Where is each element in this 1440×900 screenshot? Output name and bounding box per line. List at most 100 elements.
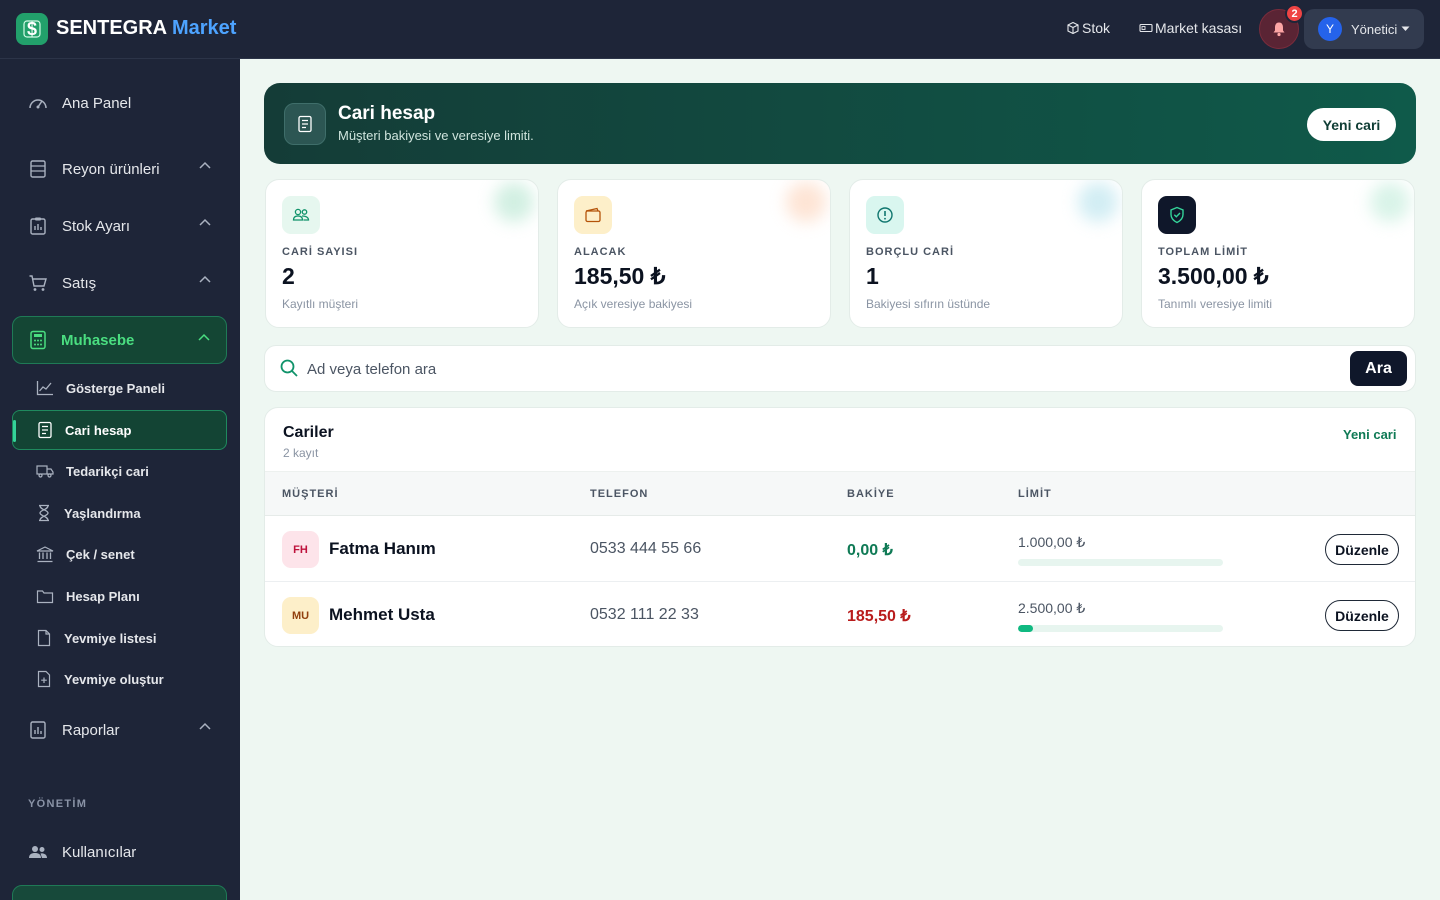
sidebar-subitem-label: Çek / senet [66,546,135,562]
document-add-icon [37,670,51,688]
column-header-limit: LİMİT [1018,488,1052,500]
customer-phone: 0533 444 55 66 [590,540,702,557]
customer-name: Mehmet Usta [329,605,435,624]
sidebar-subitem-label: Yaşlandırma [64,505,141,521]
chevron-up-icon [199,218,211,226]
stat-value: 185,50 ₺ [574,263,666,289]
sidebar: Ana Panel Reyon ürünleri Stok Ayarı Satı… [0,59,240,900]
stock-link[interactable]: Stok [1066,20,1110,36]
customer-name: Fatma Hanım [329,539,436,558]
page-subtitle: Müşteri bakiyesi ve veresiye limiti. [338,128,534,143]
sidebar-item-label: Muhasebe [61,331,135,349]
new-account-link[interactable]: Yeni cari [1343,427,1396,442]
sidebar-item-raporlar[interactable]: Raporlar [12,706,227,754]
sidebar-item-satis[interactable]: Satış [12,259,227,307]
sidebar-subitem-tedarikci-cari[interactable]: Tedarikçi cari [12,451,227,491]
search-button[interactable]: Ara [1350,351,1407,386]
limit-usage-bar [1018,559,1223,566]
top-bar: $ SENTEGRA Market Stok Market kasası 2 Y… [0,0,1440,59]
bank-icon [36,545,54,562]
page-title: Cari hesap [338,103,436,124]
sidebar-subitem-yaslandirma[interactable]: Yaşlandırma [12,493,227,533]
stat-card-debtor-accounts: BORÇLU CARİ 1 Bakiyesi sıfırın üstünde [849,179,1123,328]
avatar: Y [1318,17,1342,41]
sidebar-item-label: Satış [62,274,97,292]
new-account-button[interactable]: Yeni cari [1307,108,1396,141]
sidebar-subitem-yevmiye-olustur[interactable]: Yevmiye oluştur [12,659,227,699]
hourglass-icon [39,504,49,522]
table-row[interactable]: MU Mehmet Usta 0532 111 22 33 185,50 ₺ 2… [265,582,1415,646]
chevron-up-icon [198,333,210,341]
caret-down-icon [1401,26,1410,31]
stat-hint: Bakiyesi sıfırın üstünde [866,297,991,311]
market-cash-link[interactable]: Market kasası [1139,20,1242,36]
sidebar-subitem-label: Tedarikçi cari [66,463,149,479]
search-input[interactable] [307,354,1337,384]
table-row[interactable]: FH Fatma Hanım 0533 444 55 66 0,00 ₺ 1.0… [265,516,1415,582]
edit-button[interactable]: Düzenle [1325,600,1399,631]
column-header-phone: TELEFON [590,488,649,500]
sidebar-item-label: Stok Ayarı [62,217,131,235]
brand-main: SENTEGRA [56,17,167,39]
stat-label: BORÇLU CARİ [866,246,954,258]
truck-icon [36,465,54,478]
shelf-icon [30,160,46,178]
stock-link-label: Stok [1082,20,1111,36]
alert-circle-icon [866,196,904,234]
sidebar-item-stok-ayari[interactable]: Stok Ayarı [12,202,227,250]
accounts-table-card: Cariler 2 kayıt Yeni cari MÜŞTERİ TELEFO… [264,407,1416,647]
sidebar-item-muhasebe[interactable]: Muhasebe [12,316,227,364]
cash-icon [1139,23,1153,33]
sidebar-subitem-hesap-plani[interactable]: Hesap Planı [12,576,227,616]
line-chart-icon [36,381,53,396]
ledger-icon [284,103,326,145]
column-header-customer: MÜŞTERİ [282,488,339,500]
sidebar-subitem-cari-hesap[interactable]: Cari hesap [12,410,227,450]
sidebar-subitem-label: Gösterge Paneli [66,380,165,396]
table-title: Cariler [283,424,334,441]
card-decoration [786,182,826,222]
card-decoration [1078,182,1118,222]
sidebar-subitem-yevmiye-listesi[interactable]: Yevmiye listesi [12,618,227,658]
edit-button[interactable]: Düzenle [1325,534,1399,565]
column-header-balance: BAKİYE [847,488,895,500]
page-header-banner: Cari hesap Müşteri bakiyesi ve veresiye … [264,83,1416,164]
user-menu-button[interactable]: Y Yönetici [1304,9,1424,49]
brand-accent: Market [171,17,237,39]
logo-icon[interactable]: $ [16,13,48,45]
dashboard-gauge-icon [29,99,47,109]
users-icon [282,196,320,234]
box-icon [1067,21,1079,35]
market-cash-link-label: Market kasası [1155,20,1243,36]
customer-initials: FH [282,531,319,568]
stat-value: 1 [866,263,879,289]
customer-balance: 185,50 ₺ [847,608,911,625]
sidebar-item-reyon-urunleri[interactable]: Reyon ürünleri [12,145,227,193]
sidebar-section-label: YÖNETİM [28,798,88,810]
bell-icon [1273,22,1285,37]
sidebar-item-label: Ana Panel [62,94,132,112]
sidebar-subitem-cek-senet[interactable]: Çek / senet [12,534,227,574]
card-decoration [1370,182,1410,222]
customer-limit: 2.500,00 ₺ [1018,600,1086,616]
sidebar-item-label: Raporlar [62,721,120,739]
report-icon [30,721,46,739]
sidebar-item-kullanicilar[interactable]: Kullanıcılar [12,828,227,876]
stat-hint: Kayıtlı müşteri [282,297,359,311]
sidebar-bottom-item[interactable] [12,885,227,900]
chevron-up-icon [199,722,211,730]
brand-title[interactable]: SENTEGRA Market [56,17,236,40]
sidebar-subitem-gosterge-paneli[interactable]: Gösterge Paneli [12,368,227,408]
chevron-up-icon [199,161,211,169]
clipboard-icon [30,217,46,235]
calculator-icon [30,330,46,350]
sidebar-item-ana-panel[interactable]: Ana Panel [12,79,227,127]
stat-label: TOPLAM LİMİT [1158,246,1249,258]
cart-icon [29,275,47,291]
user-name: Yönetici [1351,21,1398,37]
table-header: MÜŞTERİ TELEFON BAKİYE LİMİT [265,471,1415,516]
stat-value: 2 [282,263,295,289]
sidebar-subitem-label: Yevmiye listesi [64,630,157,646]
search-bar: Ara [264,345,1416,392]
card-decoration [494,182,534,222]
